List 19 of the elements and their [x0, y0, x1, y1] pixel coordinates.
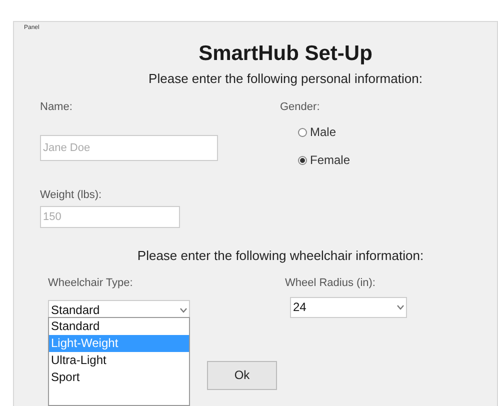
dropdown-option[interactable]: Ultra-Light: [49, 352, 189, 369]
caret-icon: [397, 304, 404, 310]
name-field[interactable]: Jane Doe: [40, 135, 218, 161]
field-label: Gender:: [280, 100, 321, 114]
radio-option[interactable]: Female: [298, 151, 350, 169]
page-title: SmartHub Set-Up: [198, 42, 372, 66]
field-label: Name:: [40, 100, 74, 114]
dropdown-option[interactable]: Sport: [49, 369, 189, 386]
ok-button[interactable]: Ok: [207, 360, 277, 390]
section-heading: Please enter the following wheelchair information:: [137, 246, 424, 265]
radio-option[interactable]: Male: [298, 123, 350, 141]
field-label: Wheelchair Type:: [48, 276, 134, 291]
weight-field[interactable]: 150: [40, 206, 180, 228]
field-label: Wheel Radius (in):: [285, 276, 376, 291]
dropdown-option[interactable]: Standard: [49, 318, 189, 335]
caret-icon: [180, 308, 187, 312]
wheel-radius-select[interactable]: 24: [290, 296, 407, 318]
section-heading: Please enter the following personal information:: [148, 70, 422, 88]
field-label: Weight (lbs):: [40, 188, 103, 203]
